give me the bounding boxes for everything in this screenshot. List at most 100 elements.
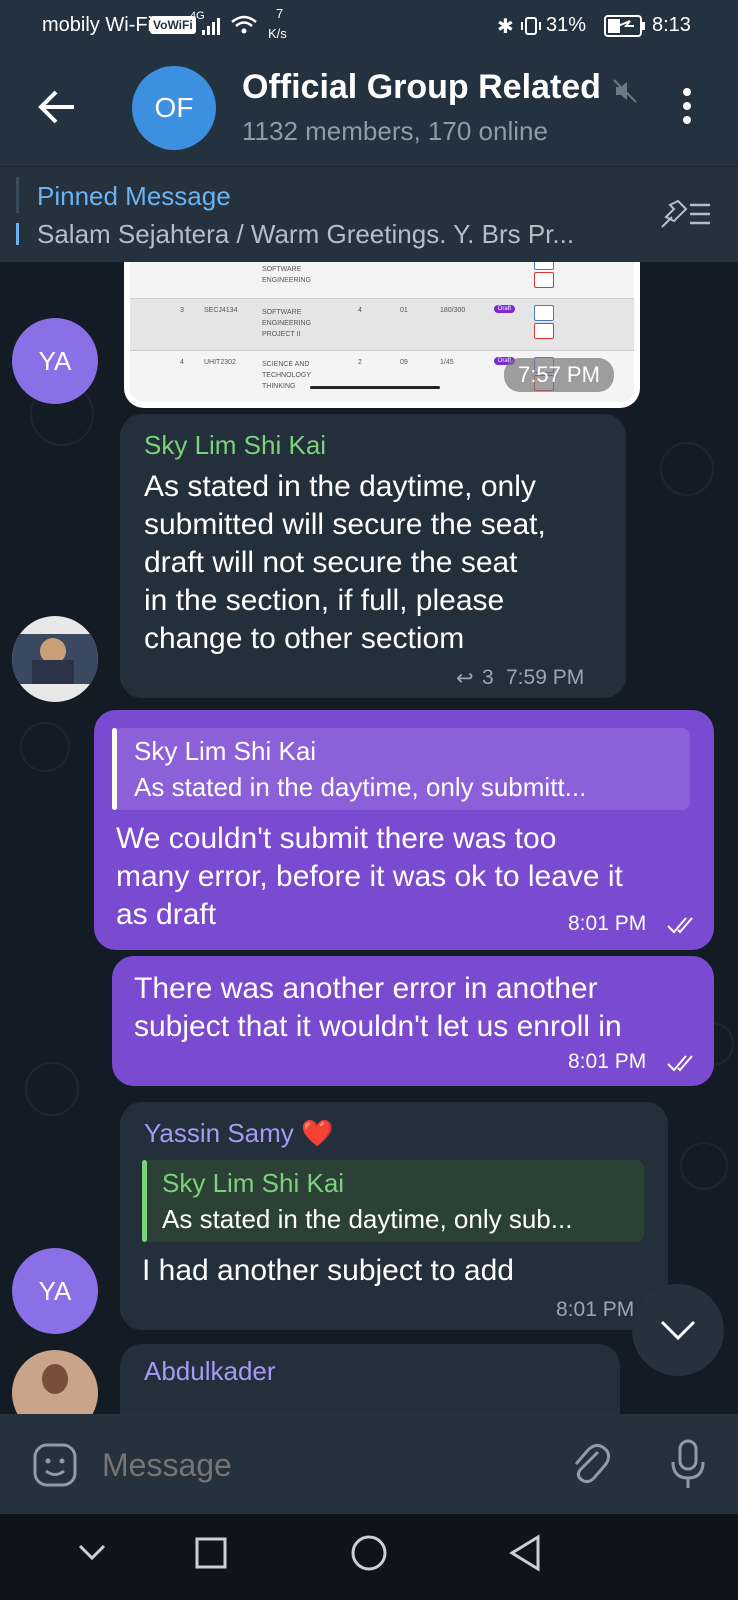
- back-icon[interactable]: [508, 1534, 542, 1572]
- row-no: 3: [180, 307, 184, 314]
- course-name: SOFTWARE ENGINEERING PROJECT II: [262, 309, 312, 338]
- attach-icon[interactable]: [568, 1442, 612, 1488]
- back-arrow-icon[interactable]: [38, 90, 76, 124]
- table-row: SOFTWARE ENGINEERING: [130, 262, 634, 298]
- delete-icon: [534, 323, 554, 339]
- message-line: submitted will secure the seat,: [144, 508, 546, 541]
- background-doodle: [660, 442, 714, 496]
- reply-quote[interactable]: Sky Lim Shi Kai As stated in the daytime…: [142, 1160, 644, 1242]
- group-title[interactable]: Official Group Related: [242, 68, 602, 107]
- message-input[interactable]: [100, 1438, 524, 1492]
- reply-icon: ↩: [456, 667, 474, 690]
- image-timestamp: 7:57 PM: [504, 358, 614, 392]
- avatar[interactable]: [12, 616, 98, 702]
- message-time: 8:01 PM: [568, 912, 647, 935]
- message-input-bar: [0, 1414, 738, 1514]
- message-line: subject that it wouldn't let us enroll i…: [134, 1010, 622, 1043]
- pinned-list-icon[interactable]: [660, 197, 712, 231]
- quote-bar: [142, 1160, 147, 1242]
- course-code: SECJ4134: [204, 307, 238, 314]
- message-bubble-incoming[interactable]: Yassin Samy ❤️ Sky Lim Shi Kai As stated…: [120, 1102, 668, 1330]
- home-icon[interactable]: [350, 1534, 388, 1572]
- course-name: SOFTWARE ENGINEERING: [262, 266, 312, 284]
- message-bubble-incoming[interactable]: Sky Lim Shi Kai As stated in the daytime…: [120, 414, 626, 698]
- heart-emoji: ❤️: [301, 1118, 334, 1148]
- view-icon: [534, 305, 554, 321]
- double-check-icon: [667, 917, 693, 934]
- more-options-icon[interactable]: [680, 86, 694, 126]
- pinned-indicator-active: [16, 223, 19, 245]
- message-bubble-outgoing[interactable]: There was another error in another subje…: [112, 956, 714, 1086]
- vowifi-badge: VoWiFi: [150, 16, 196, 34]
- message-text: I had another subject to add: [142, 1254, 514, 1287]
- message-line: draft will not secure the seat: [144, 546, 518, 579]
- reply-quote[interactable]: Sky Lim Shi Kai As stated in the daytime…: [112, 728, 690, 810]
- microphone-icon[interactable]: [668, 1438, 708, 1490]
- message-text: As stated in the daytime, only submitted…: [144, 468, 614, 658]
- shared-image[interactable]: SOFTWARE ENGINEERING 3 SECJ4134 SOFTWARE…: [124, 262, 640, 408]
- clock: 8:13: [652, 14, 691, 36]
- message-line: many error, before it was ok to leave it: [116, 860, 623, 893]
- course-credit: 4: [358, 307, 362, 314]
- message-bubble-outgoing[interactable]: Sky Lim Shi Kai As stated in the daytime…: [94, 710, 714, 950]
- course-seats: 1/45: [440, 359, 454, 366]
- message-time: 8:01 PM: [568, 1050, 647, 1073]
- message-time: 7:59 PM: [506, 666, 585, 689]
- pinned-message-bar[interactable]: Pinned Message Salam Sejahtera / Warm Gr…: [0, 166, 738, 263]
- vibrate-icon: [521, 17, 541, 35]
- muted-icon: [613, 79, 637, 103]
- row-no: 4: [180, 359, 184, 366]
- table-row: 3 SECJ4134 SOFTWARE ENGINEERING PROJECT …: [130, 298, 634, 351]
- double-check-icon: [667, 1055, 693, 1072]
- course-section: 09: [400, 359, 408, 366]
- sender-name[interactable]: Yassin Samy ❤️: [144, 1118, 333, 1149]
- message-line: in the section, if full, please: [144, 584, 505, 617]
- group-avatar[interactable]: OF: [132, 66, 216, 150]
- recent-apps-icon[interactable]: [194, 1536, 228, 1570]
- sender-name[interactable]: Abdulkader: [144, 1356, 276, 1387]
- home-indicator: [310, 386, 440, 389]
- avatar[interactable]: YA: [12, 1248, 98, 1334]
- wifi-icon: [231, 15, 257, 34]
- carrier-label: mobily Wi-Fi: [42, 14, 152, 36]
- chat-area[interactable]: SOFTWARE ENGINEERING 3 SECJ4134 SOFTWARE…: [0, 262, 738, 1414]
- pinned-text: Salam Sejahtera / Warm Greetings. Y. Brs…: [37, 219, 575, 249]
- pinned-indicator-track: [16, 177, 19, 213]
- avatar[interactable]: YA: [12, 318, 98, 404]
- message-bubble-incoming[interactable]: Abdulkader: [120, 1344, 620, 1414]
- background-doodle: [20, 722, 70, 772]
- background-doodle: [25, 1062, 79, 1116]
- sender-name[interactable]: Sky Lim Shi Kai: [144, 430, 326, 461]
- battery-percent: 31%: [546, 14, 587, 36]
- system-navigation-bar: [0, 1514, 738, 1600]
- chat-header: OF Official Group Related 1132 members, …: [0, 54, 738, 166]
- status-badge: Draft: [494, 305, 516, 313]
- course-section: 01: [400, 307, 408, 314]
- chevron-down-icon: [660, 1320, 696, 1341]
- course-code: UHIT2302: [204, 359, 236, 366]
- sticker-icon[interactable]: [32, 1442, 78, 1488]
- delete-icon: [534, 272, 554, 288]
- course-seats: 180/300: [440, 307, 466, 314]
- battery-icon: [604, 15, 645, 37]
- message-line: As stated in the daytime, only: [144, 470, 536, 503]
- speed-unit: K/s: [268, 26, 287, 41]
- quote-sender: Sky Lim Shi Kai: [134, 736, 317, 766]
- scroll-down-button[interactable]: [632, 1284, 724, 1376]
- message-line: We couldn't submit there was too: [116, 822, 557, 855]
- quote-sender: Sky Lim Shi Kai: [162, 1168, 345, 1198]
- status-bar: mobily Wi-Fi VoWiFi 4G 7 K/s ✱ 31% 8:13: [0, 0, 738, 54]
- course-credit: 2: [358, 359, 362, 366]
- quote-text: As stated in the daytime, only submitt..…: [134, 772, 587, 802]
- view-icon: [534, 262, 554, 270]
- speed-value: 7: [276, 6, 284, 21]
- quote-text: As stated in the daytime, only sub...: [162, 1204, 573, 1234]
- reply-count: 3: [482, 666, 494, 689]
- pinned-label: Pinned Message: [37, 181, 231, 211]
- message-line: change to other sectiom: [144, 622, 465, 655]
- message-time: 8:01 PM: [556, 1298, 635, 1321]
- avatar[interactable]: [12, 1350, 98, 1414]
- bluetooth-icon: ✱: [497, 16, 514, 38]
- hide-keyboard-icon[interactable]: [78, 1544, 106, 1562]
- message-line: There was another error in another: [134, 972, 598, 1005]
